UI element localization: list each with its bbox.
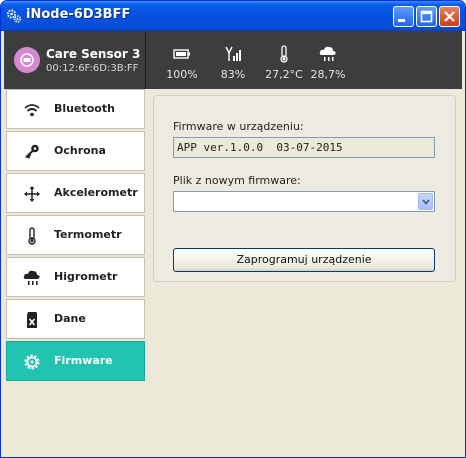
stat-temperature: 27,2°C <box>260 43 308 83</box>
device-header: Care Sensor 3 00:12:6F:6D:3B:FF 100% 83%… <box>4 31 462 89</box>
header-divider <box>145 31 146 89</box>
maximize-button[interactable] <box>416 6 437 27</box>
current-firmware-field: APP ver.1.0.0 03-07-2015 <box>173 137 435 158</box>
stat-battery: 100% <box>158 43 206 83</box>
device-avatar <box>14 47 40 73</box>
cloud-rain-icon <box>23 270 40 285</box>
stat-humidity: 28,7% <box>304 43 352 83</box>
close-button[interactable] <box>439 6 460 27</box>
main-frame: Care Sensor 3 00:12:6F:6D:3B:FF 100% 83%… <box>4 31 462 454</box>
thermometer-icon <box>28 227 36 245</box>
wifi-icon <box>24 104 40 117</box>
minimize-button[interactable] <box>393 6 414 27</box>
gear-icon <box>24 354 40 370</box>
app-window: iNode-6D3BFF Care Sensor 3 00:12:6F:6D:3… <box>0 0 466 458</box>
key-icon <box>25 144 39 159</box>
sidebar-item-akcelerometr[interactable]: Akcelerometr <box>6 173 145 213</box>
battery-icon <box>173 49 190 59</box>
app-gears-icon <box>6 9 22 23</box>
device-mac-address: 00:12:6F:6D:3B:FF <box>46 63 139 74</box>
sd-card-icon <box>27 312 37 328</box>
sidebar-item-firmware[interactable]: Firmware <box>6 341 145 381</box>
sidebar-item-label: Termometr <box>54 228 122 241</box>
firmware-file-select[interactable] <box>173 191 435 212</box>
device-name: Care Sensor 3 <box>46 47 141 61</box>
dropdown-button[interactable] <box>418 193 433 210</box>
title-bar[interactable]: iNode-6D3BFF <box>1 1 465 31</box>
sidebar-item-ochrona[interactable]: Ochrona <box>6 131 145 171</box>
usb-device-icon <box>20 53 34 67</box>
sidebar-item-higrometr[interactable]: Higrometr <box>6 257 145 297</box>
program-device-button[interactable]: Zaprogramuj urządzenie <box>173 248 435 272</box>
sidebar-item-dane[interactable]: Dane <box>6 299 145 339</box>
sidebar-item-label: Dane <box>54 312 86 325</box>
thermometer-icon <box>280 45 288 63</box>
sidebar-item-bluetooth[interactable]: Bluetooth <box>6 89 145 129</box>
minimize-icon <box>398 19 405 22</box>
close-icon <box>444 11 455 22</box>
signal-antenna-icon <box>225 46 241 61</box>
move-arrows-icon <box>24 186 40 202</box>
temperature-value: 27,2°C <box>265 68 303 81</box>
humidity-value: 28,7% <box>310 68 346 81</box>
stat-signal: 83% <box>209 43 257 83</box>
window-title: iNode-6D3BFF <box>26 7 131 22</box>
sidebar-item-termometr[interactable]: Termometr <box>6 215 145 255</box>
new-firmware-file-label: Plik z nowym firmware: <box>173 174 301 187</box>
maximize-icon <box>420 10 433 23</box>
sidebar-item-label: Firmware <box>54 354 113 367</box>
sidebar-item-label: Ochrona <box>54 144 106 157</box>
sidebar-item-label: Higrometr <box>54 270 118 283</box>
current-firmware-label: Firmware w urządzeniu: <box>173 120 304 133</box>
sidebar-item-label: Bluetooth <box>54 102 115 115</box>
sidebar-nav: Bluetooth Ochrona Akcelerometr Termometr… <box>4 89 146 454</box>
battery-value: 100% <box>166 68 198 81</box>
signal-value: 83% <box>220 68 246 81</box>
sidebar-item-label: Akcelerometr <box>54 186 138 199</box>
firmware-panel: Firmware w urządzeniu: APP ver.1.0.0 03-… <box>153 95 456 282</box>
cloud-rain-icon <box>319 46 336 61</box>
chevron-down-icon <box>422 199 430 205</box>
